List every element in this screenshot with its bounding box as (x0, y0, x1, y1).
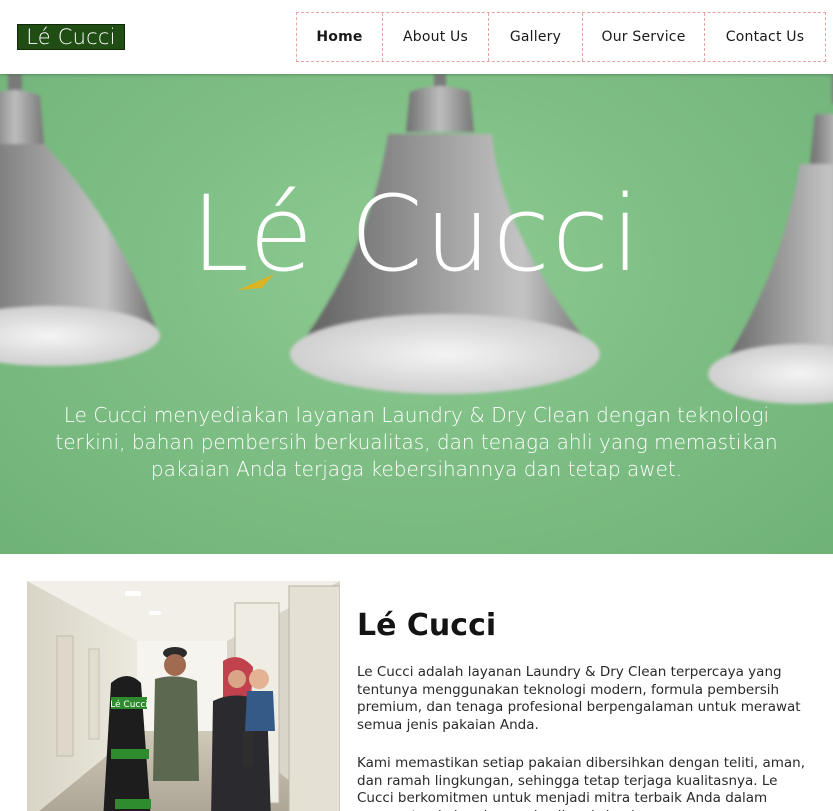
nav-gallery[interactable]: Gallery (489, 13, 583, 61)
site-header: Lé Cucci Home About Us Gallery Our Servi… (0, 0, 833, 74)
nav-contact-us[interactable]: Contact Us (705, 13, 825, 61)
nav-our-service[interactable]: Our Service (583, 13, 705, 61)
hero-logo-accent-mark (238, 274, 274, 290)
service-photo: Lé Cucci (27, 581, 340, 811)
hero-logo-text: Lé Cucci (191, 173, 642, 295)
hero-banner: Lé Cucci Le Cucci menyediakan layanan La… (0, 74, 833, 554)
hero-tagline: Le Cucci menyediakan layanan Laundry & D… (55, 403, 778, 481)
brand-logo[interactable]: Lé Cucci (17, 24, 125, 50)
hallway-delivery-image: Lé Cucci (27, 581, 340, 811)
garment-tag-text: Lé Cucci (110, 699, 148, 710)
nav-about-us[interactable]: About Us (383, 13, 489, 61)
about-paragraph-2: Kami memastikan setiap pakaian dibersihk… (357, 755, 805, 811)
about-title: Lé Cucci (357, 608, 497, 643)
main-nav: Home About Us Gallery Our Service Contac… (296, 12, 826, 62)
about-paragraph-1: Le Cucci adalah layanan Laundry & Dry Cl… (357, 664, 801, 733)
nav-home[interactable]: Home (297, 13, 383, 61)
